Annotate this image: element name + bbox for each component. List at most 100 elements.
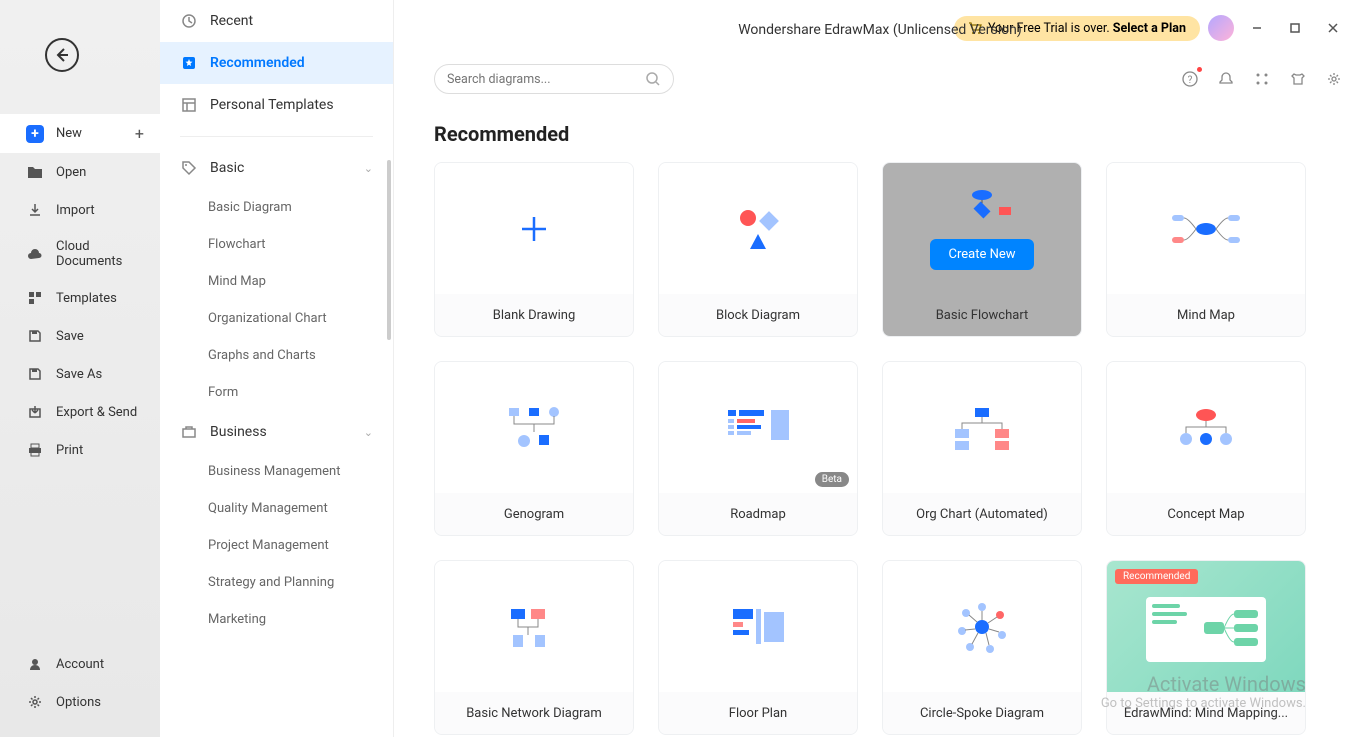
left-sidebar: + New + Open Import Cloud Documents Temp… [0,0,160,737]
card-preview: Create New [883,163,1081,294]
template-card[interactable]: RecommendedEdrawMind: Mind Mapping... [1106,560,1306,735]
arrow-left-icon [54,47,70,63]
card-label: Block Diagram [659,294,857,336]
card-preview [435,561,633,692]
save-icon [26,327,44,345]
nav-account[interactable]: Account [0,645,160,683]
card-label: Blank Drawing [435,294,633,336]
template-card[interactable]: Blank Drawing [434,162,634,337]
back-button[interactable] [45,38,79,72]
nav-label: Import [56,203,95,218]
nav-templates[interactable]: Templates [0,279,160,317]
cat-sub-bizmgmt[interactable]: Business Management [160,453,393,490]
card-label: Genogram [435,493,633,535]
apps-icon[interactable] [1252,69,1272,89]
beta-badge: Beta [815,472,849,487]
nav-new[interactable]: + New + [0,114,160,153]
nav-open[interactable]: Open [0,153,160,191]
shirt-icon[interactable] [1288,69,1308,89]
clock-icon [180,12,198,30]
print-icon [26,441,44,459]
cloud-icon [26,245,44,263]
card-label: Roadmap [659,493,857,535]
settings-icon[interactable] [1324,69,1344,89]
close-button[interactable] [1318,13,1348,43]
nav-label: Open [56,165,86,180]
cat-sub-strategy[interactable]: Strategy and Planning [160,564,393,601]
card-preview [435,163,633,294]
card-preview [659,163,857,294]
nav-label: Print [56,443,83,458]
avatar[interactable] [1208,15,1234,41]
template-card[interactable]: Block Diagram [658,162,858,337]
cat-label: Personal Templates [210,97,334,113]
card-label: Basic Flowchart [883,294,1081,336]
search-box[interactable] [434,64,674,94]
create-new-button[interactable]: Create New [930,239,1033,270]
cat-recommended[interactable]: Recommended [160,42,393,84]
export-icon [26,403,44,421]
cat-sub-graphs[interactable]: Graphs and Charts [160,337,393,374]
search-input[interactable] [447,72,645,87]
gear-icon [26,693,44,711]
nav-export[interactable]: Export & Send [0,393,160,431]
card-label: EdrawMind: Mind Mapping... [1107,692,1305,734]
cat-recent[interactable]: Recent [160,0,393,42]
nav-options[interactable]: Options [0,683,160,721]
card-preview [883,362,1081,493]
card-label: Org Chart (Automated) [883,493,1081,535]
card-label: Concept Map [1107,493,1305,535]
nav-label: Templates [56,291,117,306]
nav-saveas[interactable]: Save As [0,355,160,393]
briefcase-icon [180,423,198,441]
template-card[interactable]: Mind Map [1106,162,1306,337]
nav-cloud[interactable]: Cloud Documents [0,229,160,279]
card-preview [659,561,857,692]
nav-import[interactable]: Import [0,191,160,229]
cat-label: Recent [210,13,253,29]
topbar: Wondershare EdrawMax (Unlicensed Version… [394,0,1366,56]
folder-icon [26,163,44,181]
cat-sub-project[interactable]: Project Management [160,527,393,564]
nav-save[interactable]: Save [0,317,160,355]
section-title: Recommended [434,122,1366,146]
template-card[interactable]: Circle-Spoke Diagram [882,560,1082,735]
bell-icon[interactable] [1216,69,1236,89]
cat-sub-mindmap[interactable]: Mind Map [160,263,393,300]
cat-sub-form[interactable]: Form [160,374,393,411]
template-card[interactable]: Floor Plan [658,560,858,735]
nav-print[interactable]: Print [0,431,160,469]
card-label: Basic Network Diagram [435,692,633,734]
minimize-button[interactable] [1242,13,1272,43]
card-preview [1107,163,1305,294]
maximize-button[interactable] [1280,13,1310,43]
scrollbar[interactable] [387,160,391,340]
template-card[interactable]: Concept Map [1106,361,1306,536]
template-card[interactable]: Basic Network Diagram [434,560,634,735]
nav-label: Cloud Documents [56,239,144,269]
cat-personal[interactable]: Personal Templates [160,84,393,126]
cat-sub-basic-diagram[interactable]: Basic Diagram [160,189,393,226]
cat-sub-quality[interactable]: Quality Management [160,490,393,527]
tag-icon [180,159,198,177]
template-card[interactable]: Create New Basic Flowchart [882,162,1082,337]
card-label: Circle-Spoke Diagram [883,692,1081,734]
template-card[interactable]: Org Chart (Automated) [882,361,1082,536]
cat-group-basic[interactable]: Basic ⌄ [160,147,393,189]
help-icon[interactable]: ? [1180,69,1200,89]
add-plus-icon[interactable]: + [135,124,144,143]
cat-group-business[interactable]: Business ⌄ [160,411,393,453]
nav-label: Export & Send [56,405,137,420]
cat-sub-flowchart[interactable]: Flowchart [160,226,393,263]
search-icon[interactable] [645,71,661,87]
card-preview [435,362,633,493]
plus-icon: + [26,125,44,143]
saveas-icon [26,365,44,383]
star-icon [180,54,198,72]
chevron-down-icon: ⌄ [364,426,373,439]
cat-sub-orgchart[interactable]: Organizational Chart [160,300,393,337]
card-preview [1107,362,1305,493]
cat-sub-marketing[interactable]: Marketing [160,601,393,638]
template-card[interactable]: Genogram [434,361,634,536]
template-card[interactable]: Beta Roadmap [658,361,858,536]
